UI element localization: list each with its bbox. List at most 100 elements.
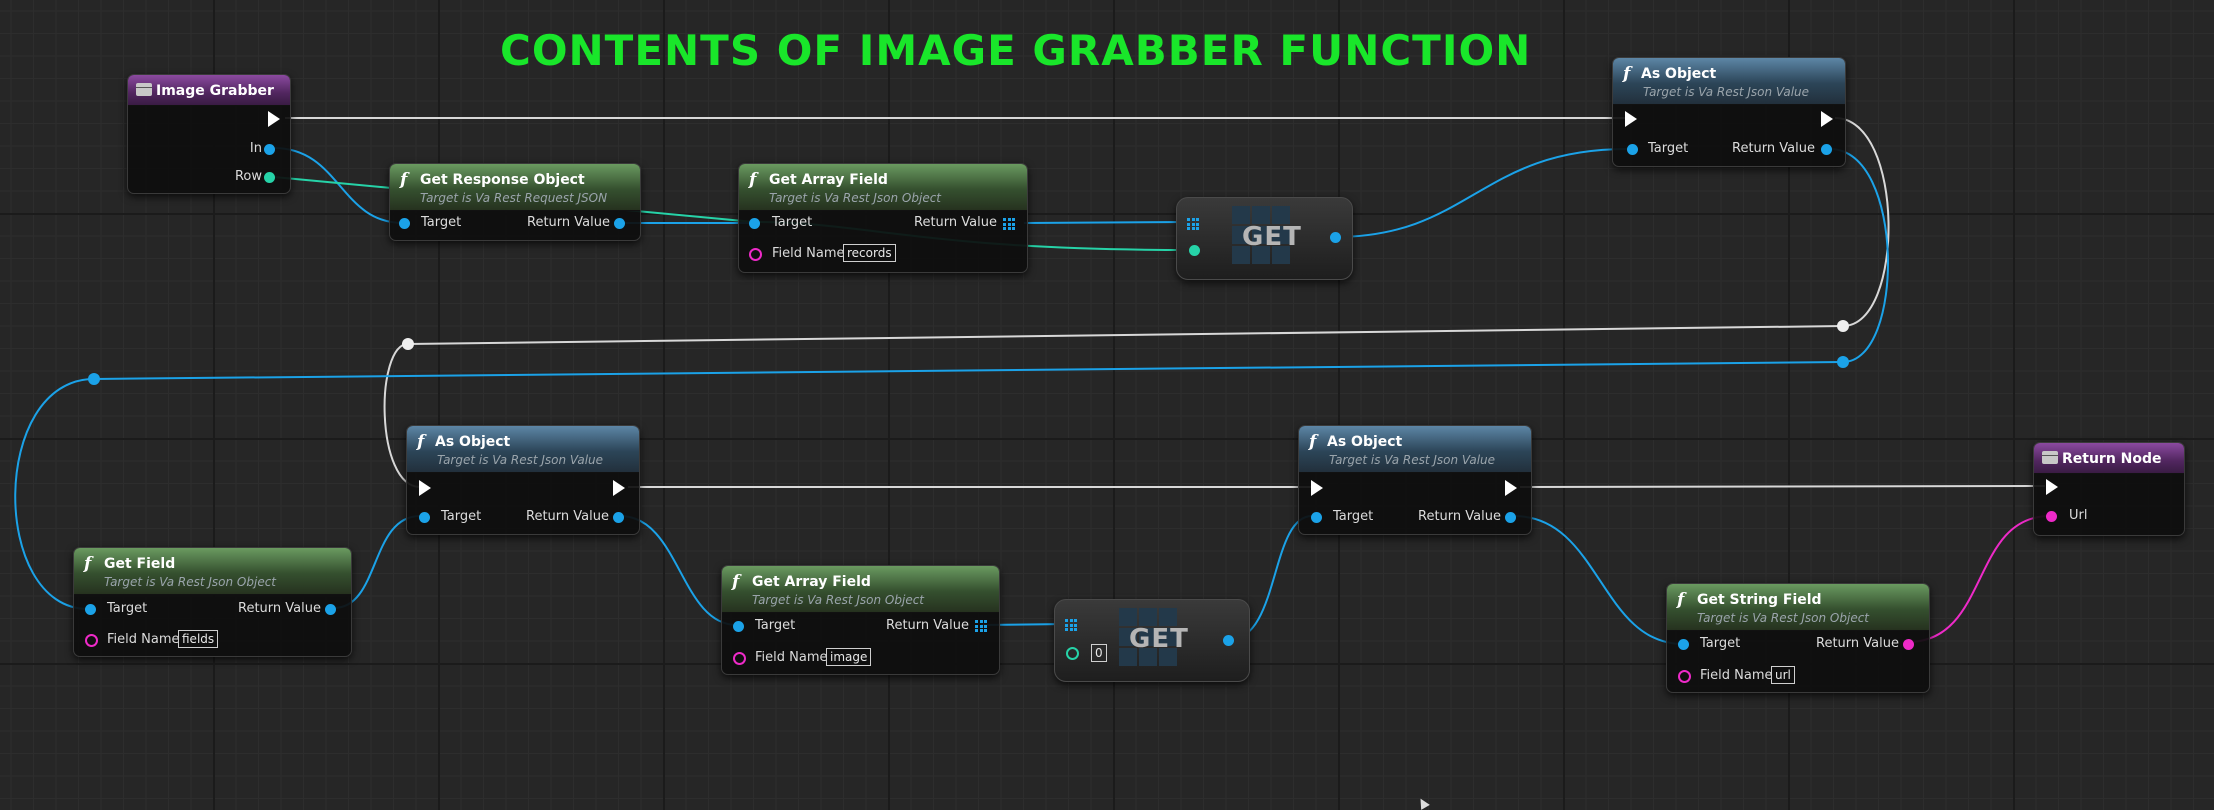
pin-label: Row: [234, 169, 262, 184]
pin-label: Return Value: [1418, 509, 1501, 524]
function-icon: f: [1623, 64, 1631, 84]
exec-out-pin[interactable]: [613, 480, 625, 496]
array-grid-icon[interactable]: [1187, 218, 1199, 230]
field-name-input[interactable]: fields: [178, 630, 219, 648]
exec-in-pin[interactable]: [1311, 480, 1323, 496]
node-subtitle: Target is Va Rest Request JSON: [420, 191, 608, 205]
get-label: GET: [1242, 222, 1302, 252]
pin-label: Return Value: [1732, 141, 1815, 156]
function-icon: f: [400, 170, 408, 190]
field-name-input[interactable]: records: [843, 244, 896, 262]
exec-out-pin[interactable]: [268, 111, 280, 127]
return-value-pin[interactable]: [613, 512, 624, 523]
field-name-pin[interactable]: [85, 634, 98, 647]
pin-label: Target: [107, 601, 148, 616]
index-input[interactable]: 0: [1091, 644, 1107, 662]
exec-in-pin[interactable]: [2046, 479, 2058, 495]
node-subtitle: Target is Va Rest Json Object: [104, 575, 277, 589]
data-wire: [1513, 515, 1684, 645]
pin-label: In: [249, 141, 262, 156]
return-node[interactable]: Return Node Url: [2033, 442, 2185, 536]
function-icon: f: [1677, 590, 1685, 610]
array-grid-icon[interactable]: [1065, 619, 1077, 631]
output-pin[interactable]: [1223, 635, 1234, 646]
exec-wire: [1519, 485, 2046, 488]
return-value-pin[interactable]: [614, 218, 625, 229]
array-grid-icon[interactable]: [975, 620, 987, 632]
pin-label: Return Value: [238, 601, 321, 616]
field-name-input[interactable]: image: [826, 648, 872, 666]
pin-label: Return Value: [1816, 636, 1899, 651]
image-grabber-entry-node[interactable]: Image Grabber In Row: [127, 74, 291, 194]
get-array-field-node[interactable]: f Get Array Field Target is Va Rest Json…: [721, 565, 1000, 675]
node-subtitle: Target is Va Rest Json Value: [1643, 85, 1810, 99]
reroute-node[interactable]: [1837, 320, 1849, 332]
in-pin[interactable]: [264, 144, 275, 155]
field-name-input[interactable]: url: [1771, 666, 1795, 684]
field-name-pin[interactable]: [1678, 670, 1691, 683]
url-pin[interactable]: [2046, 511, 2057, 522]
node-title: Get String Field: [1697, 592, 1822, 608]
as-object-node[interactable]: f As Object Target is Va Rest Json Value…: [1612, 57, 1846, 167]
function-icon: f: [84, 554, 92, 574]
get-label: GET: [1129, 624, 1189, 654]
exec-in-pin[interactable]: [1625, 111, 1637, 127]
target-pin[interactable]: [1678, 639, 1689, 650]
node-title: Get Response Object: [420, 172, 585, 188]
field-name-pin[interactable]: [733, 652, 746, 665]
array-get-node[interactable]: 0 GET: [1054, 599, 1250, 682]
target-pin[interactable]: [733, 621, 744, 632]
as-object-node[interactable]: f As Object Target is Va Rest Json Value…: [406, 425, 640, 535]
data-wire: [1023, 221, 1190, 224]
node-subtitle: Target is Va Rest Json Object: [769, 191, 942, 205]
event-icon: [136, 83, 152, 96]
pin-label: Target: [1648, 141, 1689, 156]
return-value-pin[interactable]: [325, 604, 336, 615]
reroute-node[interactable]: [1837, 356, 1849, 368]
node-title: Get Array Field: [769, 172, 888, 188]
node-title: As Object: [1641, 66, 1717, 82]
pin-label: Return Value: [527, 215, 610, 230]
return-value-pin[interactable]: [1903, 639, 1914, 650]
index-pin[interactable]: [1066, 647, 1079, 660]
target-pin[interactable]: [1627, 144, 1638, 155]
pin-label: Field Name: [107, 632, 180, 647]
get-field-node[interactable]: f Get Field Target is Va Rest Json Objec…: [73, 547, 352, 657]
function-icon: f: [749, 170, 757, 190]
return-value-pin[interactable]: [1821, 144, 1832, 155]
array-grid-icon[interactable]: [1003, 218, 1015, 230]
output-pin[interactable]: [1330, 232, 1341, 243]
pin-label: Field Name: [755, 650, 828, 665]
row-pin[interactable]: [264, 172, 275, 183]
reroute-node[interactable]: [88, 373, 100, 385]
function-icon: f: [732, 572, 740, 592]
reroute-node[interactable]: [402, 338, 414, 350]
index-pin[interactable]: [1189, 245, 1200, 256]
pin-label: Return Value: [526, 509, 609, 524]
get-response-object-node[interactable]: f Get Response Object Target is Va Rest …: [389, 163, 641, 241]
node-title: Image Grabber: [156, 83, 274, 99]
exec-in-pin[interactable]: [419, 480, 431, 496]
pin-label: Target: [772, 215, 813, 230]
array-get-node[interactable]: GET: [1176, 197, 1353, 280]
pin-label: Return Value: [914, 215, 997, 230]
pin-label: Target: [441, 509, 482, 524]
node-subtitle: Target is Va Rest Json Value: [437, 453, 604, 467]
target-pin[interactable]: [399, 218, 410, 229]
exec-out-pin[interactable]: [1821, 111, 1833, 127]
data-wire: [93, 361, 1844, 380]
field-name-pin[interactable]: [749, 248, 762, 261]
target-pin[interactable]: [749, 218, 760, 229]
as-object-node[interactable]: f As Object Target is Va Rest Json Value…: [1298, 425, 1532, 535]
node-title: As Object: [435, 434, 511, 450]
get-array-field-node[interactable]: f Get Array Field Target is Va Rest Json…: [738, 163, 1028, 273]
target-pin[interactable]: [419, 512, 430, 523]
function-icon: f: [1309, 432, 1317, 452]
target-pin[interactable]: [85, 604, 96, 615]
event-icon: [2042, 451, 2058, 464]
target-pin[interactable]: [1311, 512, 1322, 523]
exec-out-pin[interactable]: [1505, 480, 1517, 496]
return-value-pin[interactable]: [1505, 512, 1516, 523]
get-string-field-node[interactable]: f Get String Field Target is Va Rest Jso…: [1666, 583, 1930, 693]
node-title: Get Field: [104, 556, 176, 572]
